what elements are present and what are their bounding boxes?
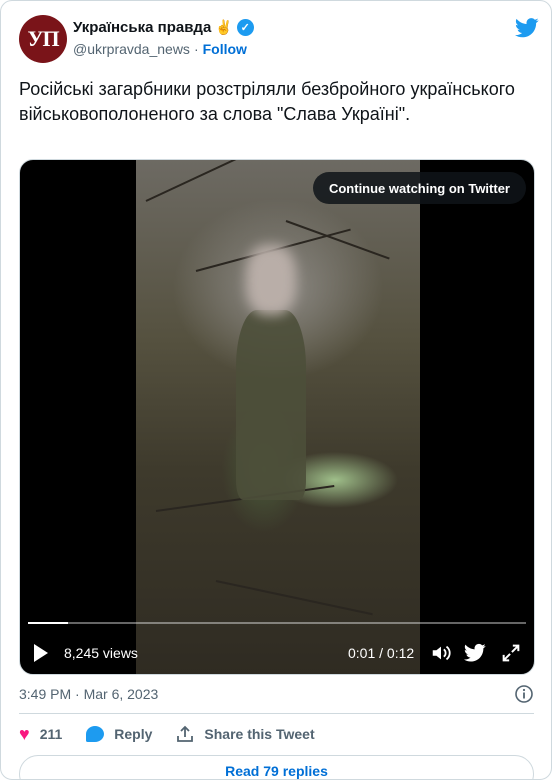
divider [19,713,534,714]
twitter-bird-icon[interactable] [515,17,539,39]
twitter-logo-icon[interactable] [464,642,486,664]
display-name[interactable]: Українська правда [73,19,211,36]
video-time: 0:01 / 0:12 [348,645,415,661]
name-row: Українська правда ✌ ✓ [73,19,254,36]
tweet-timestamp[interactable]: 3:49 PM · Mar 6, 2023 [19,686,158,702]
follow-link[interactable]: Follow [203,41,247,57]
share-label: Share this Tweet [204,726,315,742]
verified-badge-icon: ✓ [236,19,254,36]
handle-row: @ukrpravda_news · Follow [73,41,247,57]
blurred-figure [236,310,306,500]
read-replies-button[interactable]: Read 79 replies [19,755,534,779]
video-controls: 8,245 views 0:01 / 0:12 [20,638,534,668]
continue-watching-button[interactable]: Continue watching on Twitter [312,172,526,204]
fullscreen-icon[interactable] [500,642,522,664]
video-progress-fill [28,622,68,624]
timestamp-row: 3:49 PM · Mar 6, 2023 [19,683,534,705]
tweet-embed-card: УП Українська правда ✌ ✓ @ukrpravda_news… [0,0,552,780]
heart-icon[interactable]: ♥ [19,725,30,743]
like-count: 211 [39,726,63,742]
reply-icon[interactable] [86,726,105,742]
video-player[interactable]: Continue watching on Twitter 8,245 views… [19,159,535,675]
reply-label: Reply [114,726,153,742]
play-icon[interactable] [34,644,48,662]
blurred-face [246,245,296,315]
tweet-header: УП Українська правда ✌ ✓ @ukrpravda_news… [19,15,539,63]
avatar[interactable]: УП [19,15,67,63]
separator-dot: · [193,41,199,57]
share-action[interactable]: Share this Tweet [176,725,315,743]
like-action[interactable]: ♥ 211 [19,725,62,743]
view-count: 8,245 views [64,645,138,661]
account-handle[interactable]: @ukrpravda_news [73,41,190,57]
video-progress-bar[interactable] [28,622,526,624]
victory-hand-emoji-icon: ✌ [215,19,233,35]
info-icon[interactable] [514,684,534,704]
video-frame[interactable] [136,160,420,674]
volume-icon[interactable] [430,642,452,664]
tweet-text: Російські загарбники розстріляли безброй… [19,79,515,124]
share-icon[interactable] [176,725,194,743]
reply-action[interactable]: Reply [86,726,152,742]
tweet-actions: ♥ 211 Reply Share this Tweet [19,723,534,745]
